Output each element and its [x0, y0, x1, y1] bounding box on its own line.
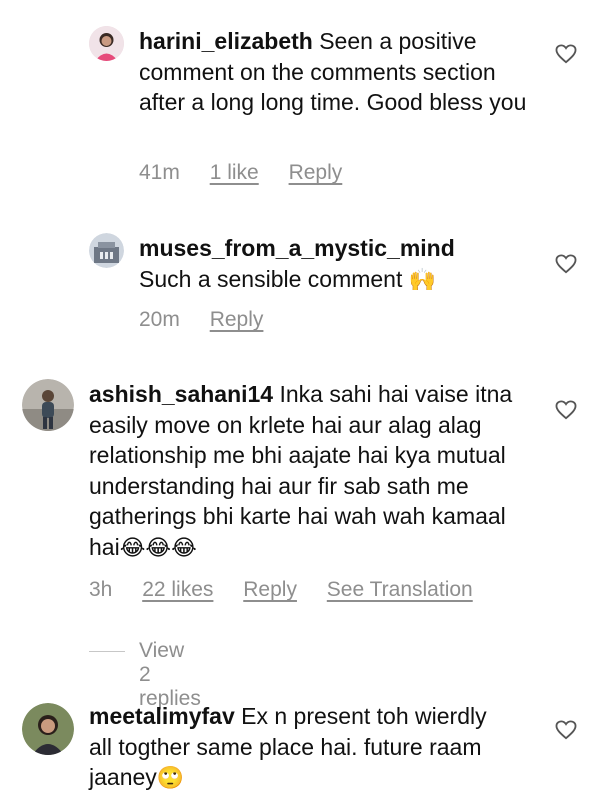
replies-divider [89, 651, 125, 652]
comment-body: Inka sahi hai vaise itna easily move on … [89, 381, 513, 560]
heart-icon[interactable] [555, 44, 577, 64]
avatar[interactable] [22, 703, 74, 755]
likes-link[interactable]: 1 like [210, 161, 259, 184]
avatar[interactable] [89, 233, 124, 268]
timestamp: 20m [139, 308, 180, 331]
comment-meta: 20m Reply [139, 308, 287, 332]
likes-link[interactable]: 22 likes [142, 578, 213, 601]
timestamp: 3h [89, 578, 113, 601]
heart-icon[interactable] [555, 400, 577, 420]
username[interactable]: muses_from_a_mystic_mind [139, 235, 455, 261]
avatar[interactable] [89, 26, 124, 61]
comment-body: Such a sensible comment [139, 265, 409, 292]
timestamp: 41m [139, 161, 180, 184]
username[interactable]: meetalimyfav [89, 703, 235, 729]
comment-text: meetalimyfav Ex n present toh wierdly al… [89, 701, 489, 795]
comment-text: ashish_sahani14 Inka sahi hai vaise itna… [89, 379, 534, 564]
comment-meta: 41m 1 like Reply [139, 161, 366, 185]
reply-link[interactable]: Reply [289, 161, 343, 184]
eye-roll-emoji: 🙄 [156, 766, 185, 791]
avatar[interactable] [22, 379, 74, 431]
username[interactable]: ashish_sahani14 [89, 381, 273, 407]
laughing-emoji: 😂😂😂 [119, 535, 197, 561]
username[interactable]: harini_elizabeth [139, 28, 313, 54]
see-translation-link[interactable]: See Translation [327, 578, 473, 601]
heart-icon[interactable] [555, 254, 577, 274]
reply-link[interactable]: Reply [210, 308, 264, 331]
reply-link[interactable]: Reply [243, 578, 297, 601]
raising-hands-emoji: 🙌 [408, 267, 437, 293]
comment-text: harini_elizabeth Seen a positive comment… [139, 26, 529, 118]
comment-meta: 3h 22 likes Reply See Translation [89, 578, 497, 602]
comment-text: muses_from_a_mystic_mind Such a sensible… [139, 233, 539, 296]
heart-icon[interactable] [555, 720, 577, 740]
